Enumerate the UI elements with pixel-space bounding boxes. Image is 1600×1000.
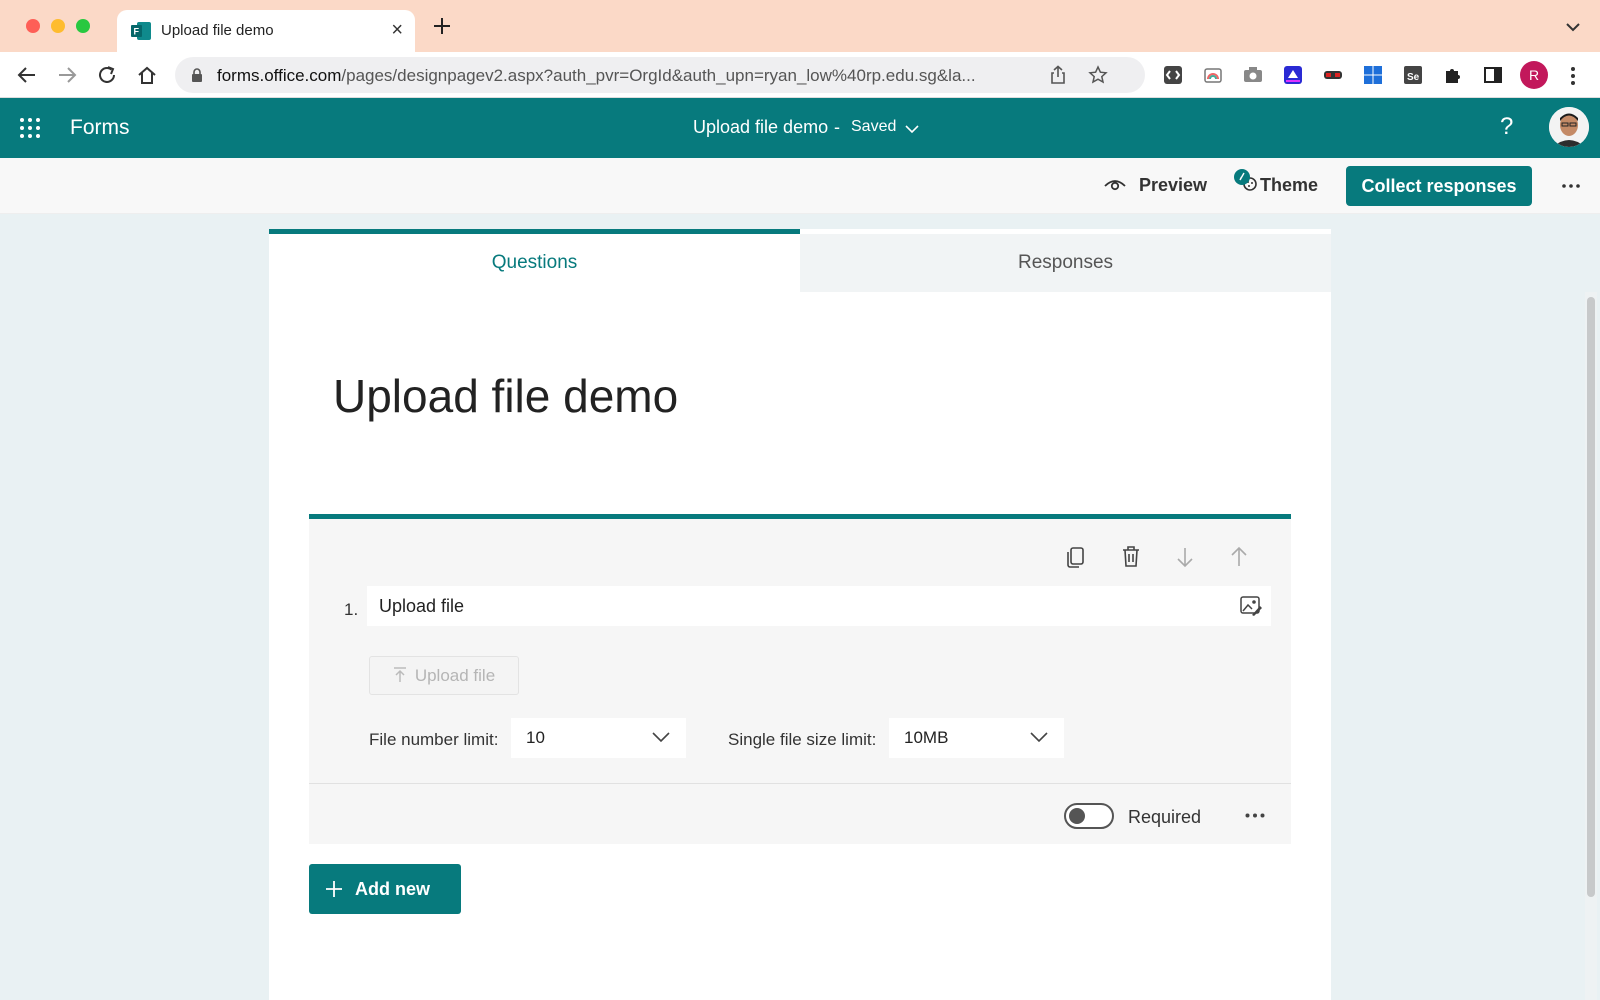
color-picker-icon[interactable] — [1203, 65, 1223, 85]
insert-media-icon[interactable] — [1240, 596, 1262, 616]
required-toggle[interactable] — [1064, 803, 1114, 829]
browser-tab-strip: F Upload file demo × — [0, 0, 1600, 52]
minimize-window-button[interactable] — [51, 19, 65, 33]
upload-file-label: Upload file — [414, 665, 496, 685]
save-status: Saved — [851, 118, 897, 135]
close-tab-icon[interactable]: × — [391, 19, 403, 42]
tab-questions-label: Questions — [491, 252, 578, 273]
address-bar[interactable]: forms.office.com/pages/designpagev2.aspx… — [175, 57, 1145, 93]
incognito-mask-icon[interactable] — [1323, 65, 1343, 85]
plus-icon — [326, 881, 342, 897]
eye-icon — [1104, 180, 1126, 191]
more-options-icon[interactable] — [1562, 184, 1580, 188]
lock-icon — [192, 68, 202, 82]
add-new-button[interactable]: Add new — [309, 864, 461, 914]
svg-text:Se: Se — [1407, 72, 1420, 83]
form-title[interactable]: Upload file demo — [333, 369, 678, 423]
forms-brand[interactable]: Forms — [70, 116, 130, 140]
sidepanel-icon[interactable] — [1483, 65, 1503, 85]
add-new-label: Add new — [355, 878, 430, 899]
home-icon[interactable] — [136, 64, 158, 86]
forms-header: Forms Upload file demo - Saved ? — [0, 98, 1600, 158]
forms-favicon-icon: F — [131, 22, 151, 40]
tab-questions[interactable]: Questions — [269, 229, 800, 292]
tab-responses-label: Responses — [1017, 252, 1114, 273]
puzzle-icon[interactable] — [1443, 65, 1463, 85]
browser-tab-title: Upload file demo — [161, 22, 274, 39]
palette-icon — [1234, 169, 1257, 191]
copy-question-icon[interactable] — [1065, 545, 1087, 569]
user-photo-icon — [1549, 107, 1589, 147]
app-launcher-icon[interactable] — [19, 117, 41, 139]
tab-search-chevron-icon[interactable] — [1566, 22, 1580, 32]
devtools-icon[interactable] — [1163, 65, 1183, 85]
selenium-icon[interactable]: Se — [1403, 65, 1423, 85]
file-size-limit-value: 10MB — [904, 728, 949, 747]
title-separator: - — [834, 117, 840, 137]
form-editor-panel: Questions Responses Upload file demo 1. — [269, 229, 1331, 1000]
question-card[interactable]: 1. Upload file File number limit: 10 Sin… — [309, 514, 1291, 844]
screenshot-icon[interactable] — [1243, 65, 1263, 85]
tab-responses[interactable]: Responses — [800, 234, 1331, 292]
close-window-button[interactable] — [26, 19, 40, 33]
profile-initial: R — [1528, 67, 1540, 83]
delete-question-icon[interactable] — [1120, 545, 1142, 569]
chevron-down-icon — [652, 732, 670, 743]
speed-icon[interactable] — [1283, 65, 1303, 85]
question-title-input[interactable] — [367, 586, 1271, 626]
chevron-down-icon[interactable] — [905, 124, 919, 134]
file-number-limit-value: 10 — [526, 728, 545, 747]
command-bar: Preview Theme Collect responses — [0, 158, 1600, 214]
question-more-icon[interactable] — [1245, 813, 1265, 818]
profile-avatar[interactable]: R — [1520, 61, 1548, 89]
url-text: forms.office.com/pages/designpagev2.aspx… — [217, 66, 976, 85]
upload-arrow-icon — [393, 666, 406, 682]
file-number-limit-label: File number limit: — [369, 730, 499, 749]
theme-button[interactable]: Theme — [1260, 175, 1318, 196]
file-size-limit-label: Single file size limit: — [728, 730, 877, 749]
browser-toolbar: forms.office.com/pages/designpagev2.aspx… — [0, 52, 1600, 98]
question-footer-divider — [309, 783, 1291, 784]
question-number: 1. — [344, 600, 359, 619]
bookmark-star-icon[interactable] — [1088, 65, 1108, 85]
windows-icon[interactable] — [1363, 65, 1383, 85]
preview-button[interactable]: Preview — [1139, 175, 1207, 196]
upload-file-button: Upload file — [369, 656, 519, 695]
user-avatar[interactable] — [1549, 107, 1589, 147]
forward-arrow-icon[interactable] — [56, 64, 78, 86]
move-down-icon[interactable] — [1174, 545, 1196, 569]
file-number-limit-select[interactable]: 10 — [511, 718, 686, 758]
help-icon[interactable]: ? — [1500, 113, 1513, 141]
zoom-window-button[interactable] — [76, 19, 90, 33]
toggle-knob — [1069, 808, 1085, 824]
scrollbar-thumb[interactable] — [1587, 297, 1595, 897]
document-title[interactable]: Upload file demo — [693, 117, 828, 138]
move-up-icon[interactable] — [1228, 545, 1250, 569]
collect-responses-button[interactable]: Collect responses — [1346, 166, 1532, 206]
svg-text:F: F — [134, 27, 140, 37]
share-icon[interactable] — [1048, 65, 1068, 85]
chevron-down-icon — [1030, 732, 1048, 743]
file-size-limit-select[interactable]: 10MB — [889, 718, 1064, 758]
back-arrow-icon[interactable] — [16, 64, 38, 86]
browser-tab[interactable]: F Upload file demo × — [117, 10, 415, 52]
browser-menu-icon[interactable] — [1570, 66, 1576, 86]
reload-icon[interactable] — [96, 64, 118, 86]
new-tab-icon[interactable] — [432, 16, 452, 36]
required-label: Required — [1128, 807, 1202, 827]
